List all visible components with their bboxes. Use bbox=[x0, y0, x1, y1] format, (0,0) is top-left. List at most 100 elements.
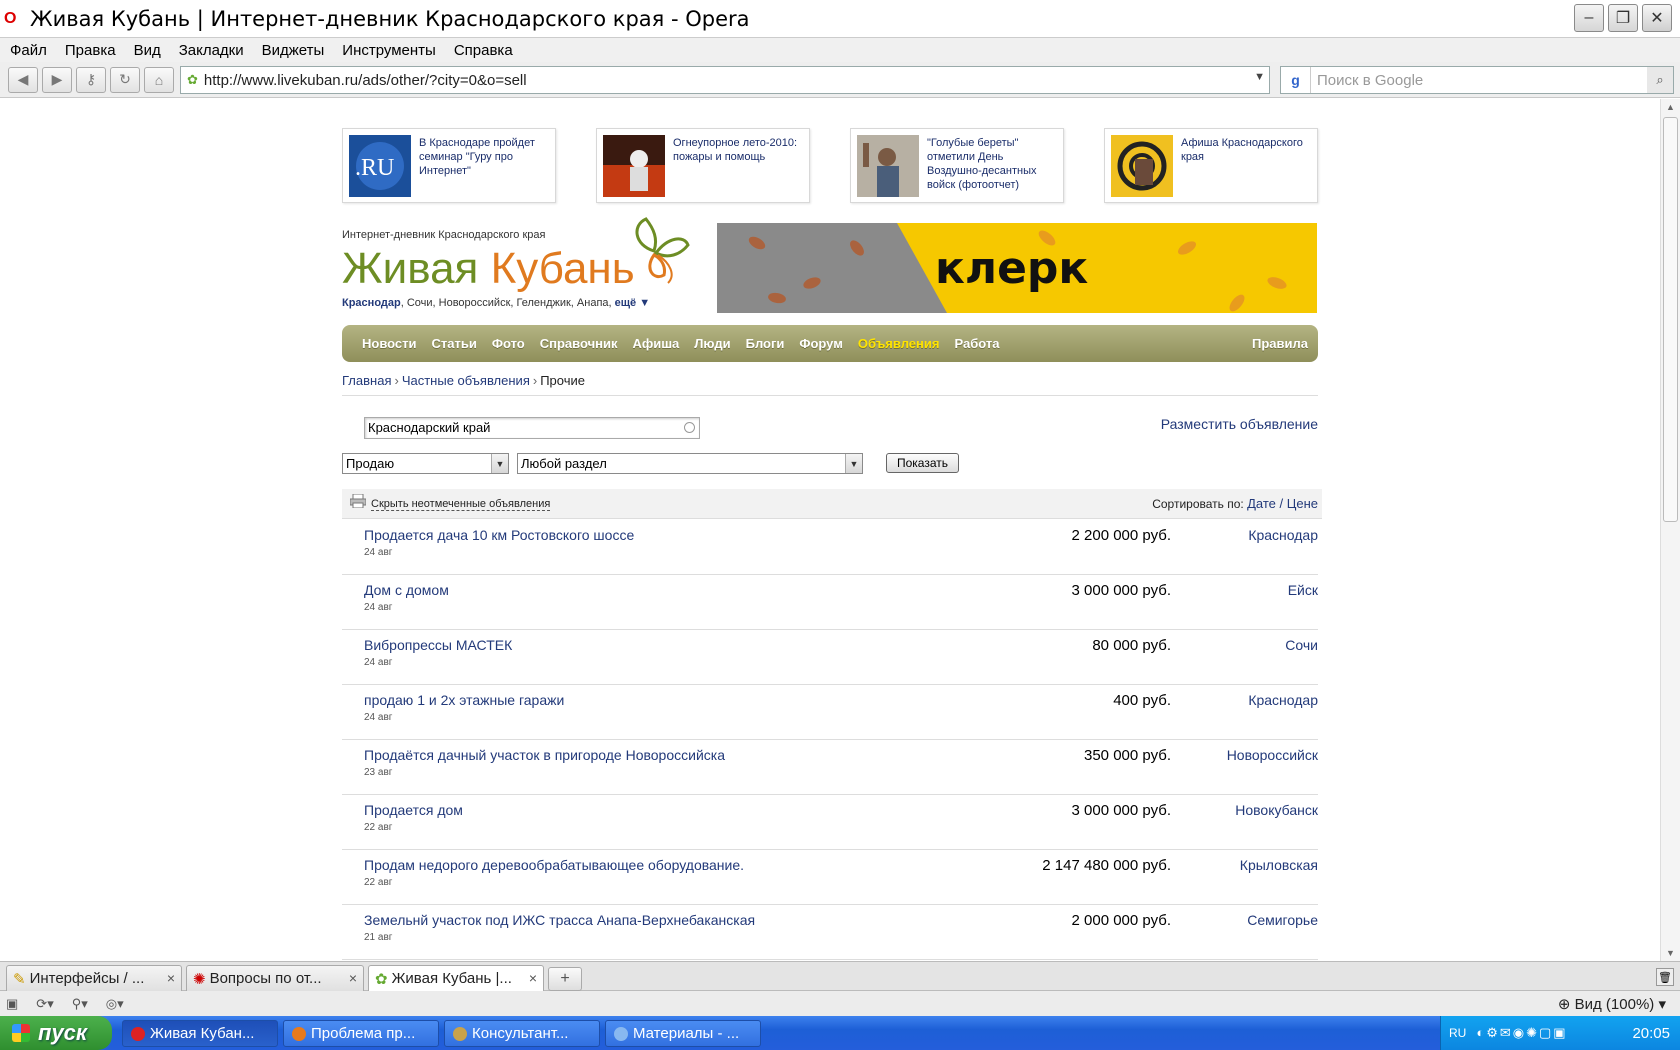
hide-unmarked-link[interactable]: Скрыть неотмеченные объявления bbox=[371, 498, 551, 511]
ad-price: 3 000 000 руб. bbox=[1071, 582, 1172, 599]
region-input[interactable]: Краснодарский край bbox=[364, 417, 700, 439]
menu-file[interactable]: Файл bbox=[10, 42, 47, 59]
site-logo[interactable]: Живая Кубань bbox=[342, 244, 635, 294]
menu-help[interactable]: Справка bbox=[454, 42, 513, 59]
sync-icon[interactable]: ⟳▾ bbox=[36, 996, 53, 1012]
close-icon[interactable]: × bbox=[349, 970, 357, 986]
ad-date: 24 авг bbox=[364, 712, 393, 723]
reload-icon: ↻ bbox=[119, 71, 131, 87]
scroll-down-icon[interactable]: ▼ bbox=[1661, 945, 1680, 961]
tab-questions[interactable]: ✺ Вопросы по от... × bbox=[186, 965, 364, 991]
deal-type-select[interactable]: Продаю ▼ bbox=[342, 453, 509, 474]
ad-title-link[interactable]: Продам недорого деревообрабатывающее обо… bbox=[364, 857, 744, 873]
ad-city-link[interactable]: Новокубанск bbox=[1235, 802, 1318, 818]
menu-bookmarks[interactable]: Закладки bbox=[179, 42, 244, 59]
task-consultant[interactable]: Консультант... bbox=[444, 1020, 600, 1047]
tab-livekuban[interactable]: ✿ Живая Кубань |... × bbox=[368, 965, 544, 991]
scroll-up-icon[interactable]: ▲ bbox=[1661, 99, 1680, 115]
turbo-icon[interactable]: ◎▾ bbox=[106, 996, 124, 1012]
teaser-text[interactable]: Афиша Краснодарского края bbox=[1181, 136, 1313, 164]
show-button[interactable]: Показать bbox=[886, 453, 959, 473]
printer-icon[interactable] bbox=[350, 494, 366, 508]
vertical-scrollbar[interactable]: ▲ ▼ bbox=[1660, 99, 1680, 961]
nav-item-blogs[interactable]: Блоги bbox=[746, 336, 785, 351]
search-field[interactable]: g Поиск в Google ⌕ bbox=[1280, 66, 1674, 94]
ad-city-link[interactable]: Крыловская bbox=[1240, 857, 1318, 873]
nav-item-directory[interactable]: Справочник bbox=[540, 336, 618, 351]
advert-banner[interactable]: клерк bbox=[717, 223, 1317, 313]
close-icon[interactable]: × bbox=[529, 970, 537, 986]
nav-item-rules[interactable]: Правила bbox=[1252, 336, 1308, 351]
ad-title-link[interactable]: Продается дача 10 км Ростовского шоссе bbox=[364, 527, 634, 543]
breadcrumb-home[interactable]: Главная bbox=[342, 373, 391, 388]
teaser-4[interactable]: Афиша Краснодарского края bbox=[1104, 128, 1318, 203]
ad-city-link[interactable]: Семигорье bbox=[1247, 912, 1318, 928]
minimize-button[interactable]: – bbox=[1574, 4, 1604, 32]
ad-city-link[interactable]: Краснодар bbox=[1248, 527, 1318, 543]
nav-item-articles[interactable]: Статьи bbox=[432, 336, 477, 351]
start-button[interactable]: пуск bbox=[0, 1016, 112, 1050]
wand-button[interactable]: ⚷ bbox=[76, 66, 106, 93]
nav-item-events[interactable]: Афиша bbox=[632, 336, 679, 351]
ad-title-link[interactable]: Вибропрессы МАСТЕК bbox=[364, 637, 512, 653]
menu-edit[interactable]: Правка bbox=[65, 42, 116, 59]
ad-city-link[interactable]: Краснодар bbox=[1248, 692, 1318, 708]
task-opera[interactable]: Живая Кубан... bbox=[122, 1020, 278, 1047]
ad-title-link[interactable]: Продаётся дачный участок в пригороде Нов… bbox=[364, 747, 725, 763]
sort-by-price-link[interactable]: Цене bbox=[1287, 496, 1318, 511]
language-indicator[interactable]: RU bbox=[1449, 1026, 1466, 1040]
menu-view[interactable]: Вид bbox=[134, 42, 161, 59]
city-main[interactable]: Краснодар bbox=[342, 297, 401, 309]
ad-city-link[interactable]: Новороссийск bbox=[1227, 747, 1318, 763]
close-icon[interactable]: × bbox=[167, 970, 175, 986]
ad-city-link[interactable]: Сочи bbox=[1285, 637, 1318, 653]
ad-title-link[interactable]: Земельнй участок под ИЖС трасса Анапа-Ве… bbox=[364, 912, 755, 928]
nav-item-news[interactable]: Новости bbox=[362, 336, 417, 351]
ad-title-link[interactable]: Дом с домом bbox=[364, 582, 449, 598]
place-ad-link[interactable]: Разместить объявление bbox=[1161, 416, 1318, 432]
reload-button[interactable]: ↻ bbox=[110, 66, 140, 93]
ad-city-link[interactable]: Ейск bbox=[1288, 582, 1318, 598]
task-materials[interactable]: Материалы - ... bbox=[605, 1020, 761, 1047]
cities-more-link[interactable]: ещё ▼ bbox=[615, 297, 650, 309]
nav-item-jobs[interactable]: Работа bbox=[954, 336, 999, 351]
address-field[interactable]: ✿ http://www.livekuban.ru/ads/other/?cit… bbox=[180, 66, 1270, 94]
ad-title-link[interactable]: Продается дом bbox=[364, 802, 463, 818]
home-button[interactable]: ⌂ bbox=[144, 66, 174, 93]
nav-item-forum[interactable]: Форум bbox=[799, 336, 842, 351]
sort-by-date-link[interactable]: Дате bbox=[1247, 496, 1276, 511]
tab-interfaces[interactable]: ✎ Интерфейсы / ... × bbox=[6, 965, 182, 991]
new-tab-button[interactable]: + bbox=[548, 967, 582, 991]
teaser-2[interactable]: Огнеупорное лето-2010: пожары и помощь bbox=[596, 128, 810, 203]
forward-button[interactable]: ▶ bbox=[42, 66, 72, 93]
city-list[interactable]: , Сочи, Новороссийск, Геленджик, Анапа, bbox=[401, 297, 612, 309]
clear-region-icon[interactable] bbox=[684, 422, 695, 433]
breadcrumb-section[interactable]: Частные объявления bbox=[402, 373, 530, 388]
menu-widgets[interactable]: Виджеты bbox=[262, 42, 325, 59]
task-firefox[interactable]: Проблема пр... bbox=[283, 1020, 439, 1047]
google-icon[interactable]: g bbox=[1281, 67, 1311, 93]
ad-title-link[interactable]: продаю 1 и 2х этажные гаражи bbox=[364, 692, 564, 708]
trash-icon[interactable]: 🗑 bbox=[1656, 968, 1674, 986]
back-button[interactable]: ◀ bbox=[8, 66, 38, 93]
scrollbar-thumb[interactable] bbox=[1663, 117, 1678, 522]
teaser-text[interactable]: В Краснодаре пройдет семинар "Гуру про И… bbox=[419, 136, 551, 178]
nav-item-people[interactable]: Люди bbox=[694, 336, 730, 351]
teaser-text[interactable]: Огнеупорное лето-2010: пожары и помощь bbox=[673, 136, 805, 164]
teaser-text[interactable]: "Голубые береты" отметили День Воздушно-… bbox=[927, 136, 1059, 192]
teaser-1[interactable]: .RU В Краснодаре пройдет семинар "Гуру п… bbox=[342, 128, 556, 203]
tray-icons[interactable]: ◐⚙✉◉✺▢▣ bbox=[1476, 1025, 1567, 1041]
nav-item-ads[interactable]: Объявления bbox=[858, 336, 940, 351]
search-go-icon[interactable]: ⌕ bbox=[1647, 67, 1673, 93]
maximize-button[interactable]: ❐ bbox=[1608, 4, 1638, 32]
zoom-control[interactable]: ⊕ Вид (100%) ▾ bbox=[1558, 995, 1666, 1013]
panel-toggle-icon[interactable]: ▣ bbox=[6, 996, 18, 1012]
unite-icon[interactable]: ⚲▾ bbox=[72, 996, 88, 1012]
close-button[interactable]: ✕ bbox=[1642, 4, 1672, 32]
category-select[interactable]: Любой раздел ▼ bbox=[517, 453, 863, 474]
nav-item-photo[interactable]: Фото bbox=[492, 336, 525, 351]
tab-favicon-icon: ✎ bbox=[13, 970, 26, 988]
menu-tools[interactable]: Инструменты bbox=[342, 42, 436, 59]
teaser-3[interactable]: "Голубые береты" отметили День Воздушно-… bbox=[850, 128, 1064, 203]
address-dropdown-icon[interactable]: ▼ bbox=[1254, 71, 1265, 83]
